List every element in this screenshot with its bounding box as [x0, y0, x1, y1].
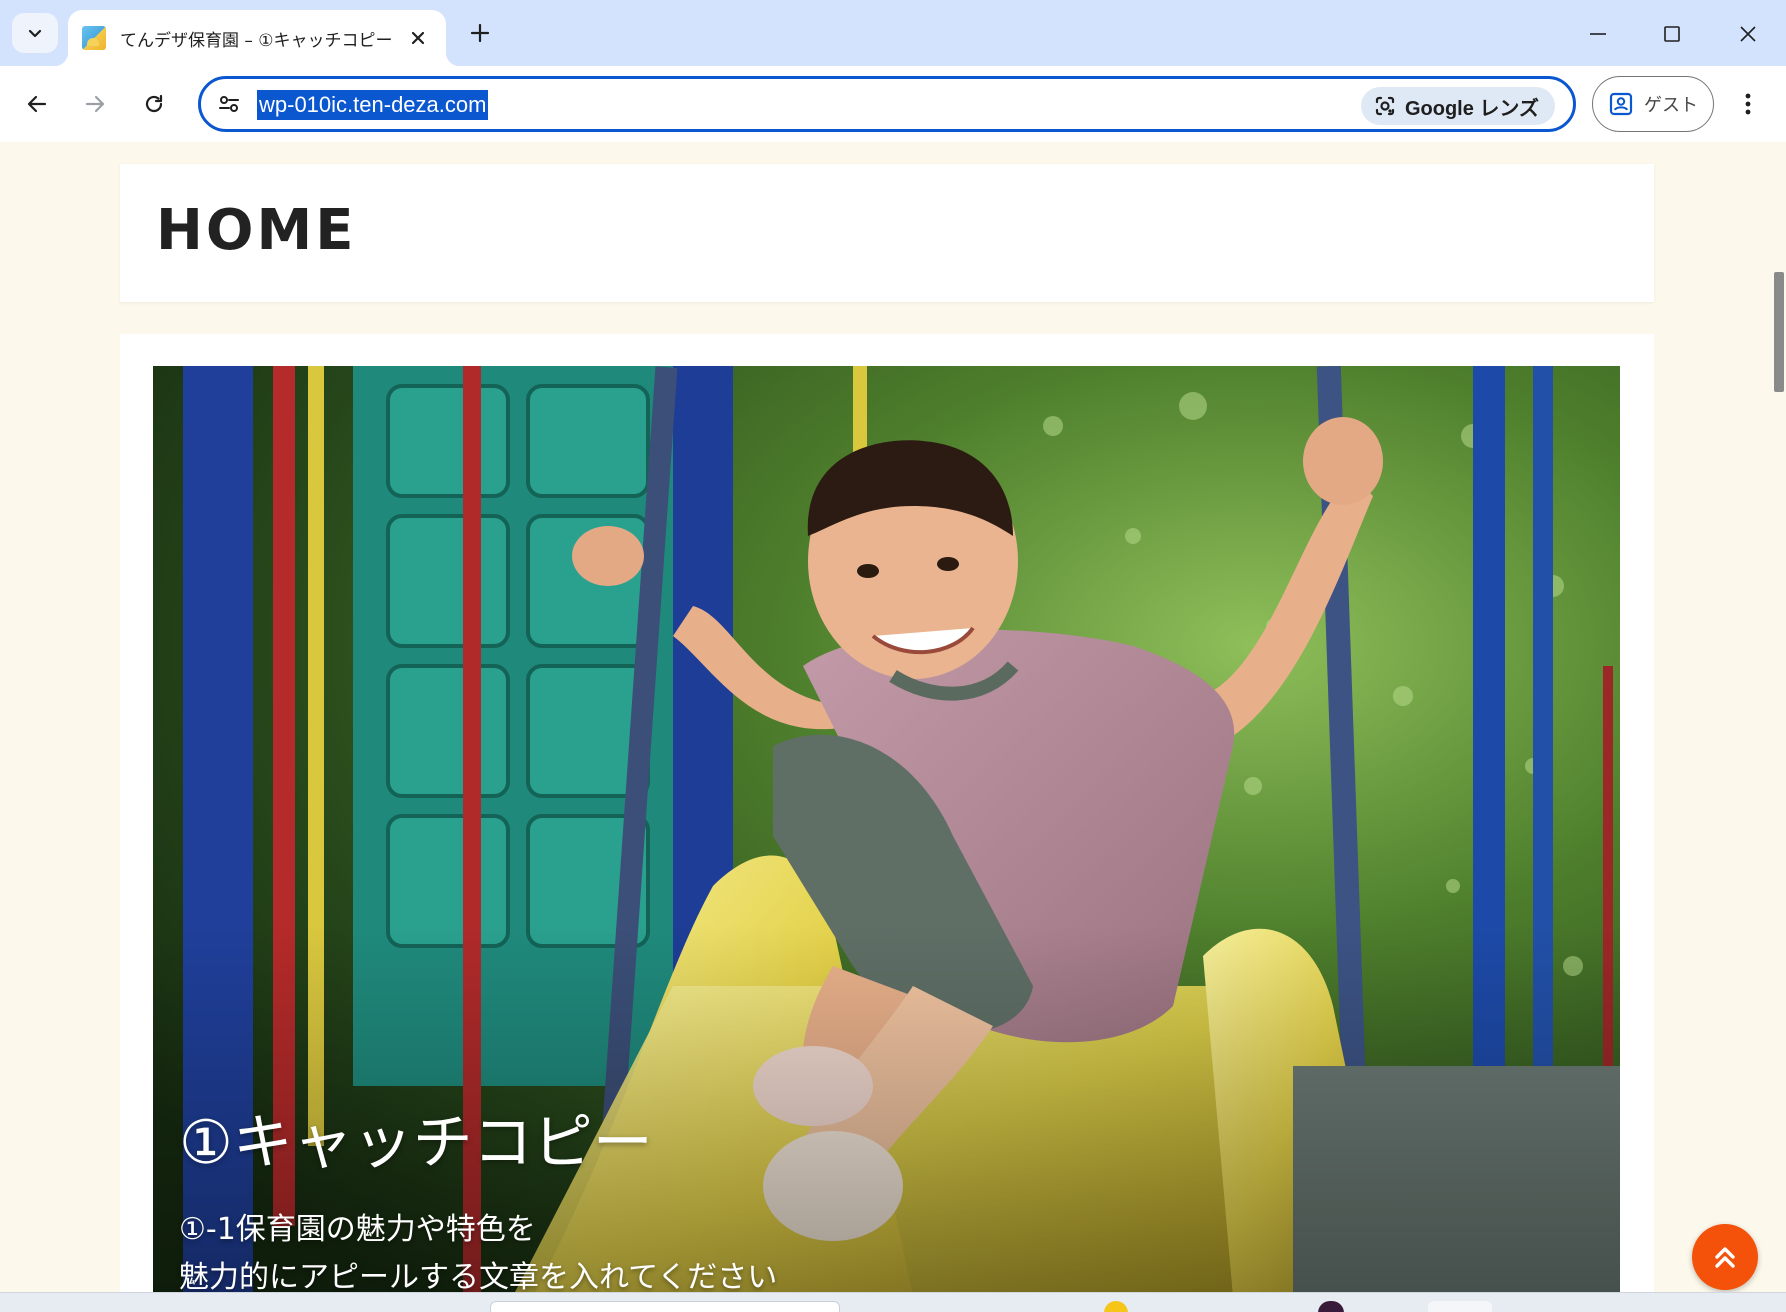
- page-scrollbar[interactable]: [1772, 142, 1786, 1292]
- taskbar-search-box[interactable]: [490, 1301, 840, 1312]
- page-viewport: HOME ①キャッチコピー ①-1保育園の魅力や特色を 魅力的にアピールする文章…: [0, 142, 1786, 1292]
- address-bar[interactable]: wp-010ic.ten-deza.com Google レンズ: [198, 76, 1576, 132]
- taskbar-app-icon[interactable]: [1104, 1301, 1128, 1312]
- url-text[interactable]: wp-010ic.ten-deza.com: [257, 90, 489, 120]
- new-tab-button[interactable]: [462, 15, 498, 51]
- site-favicon-icon: [82, 26, 106, 50]
- tab-title: てんデザ保育園 – ①キャッチコピー: [120, 30, 393, 51]
- os-taskbar: [0, 1292, 1786, 1312]
- window-close-button[interactable]: [1724, 12, 1772, 56]
- double-chevron-up-icon: [1715, 1247, 1735, 1268]
- tune-icon: [219, 96, 239, 112]
- chevron-down-icon: [28, 29, 42, 38]
- browser-toolbar: wp-010ic.ten-deza.com Google レンズ ゲスト: [0, 66, 1786, 142]
- scroll-to-top-button[interactable]: [1692, 1224, 1758, 1290]
- more-vertical-icon: [1745, 93, 1751, 115]
- maximize-icon: [1664, 26, 1680, 42]
- minimize-button[interactable]: [1574, 12, 1622, 56]
- active-tab[interactable]: てんデザ保育園 – ①キャッチコピー: [54, 10, 460, 66]
- page-header-card: HOME: [120, 164, 1654, 302]
- close-icon: [411, 31, 425, 45]
- scrollbar-thumb[interactable]: [1774, 272, 1784, 392]
- close-icon: [1740, 26, 1756, 42]
- hero-image: ①キャッチコピー ①-1保育園の魅力や特色を 魅力的にアピールする文章を入れてく…: [153, 366, 1620, 1292]
- hero-subtext-line2: 魅力的にアピールする文章を入れてください: [179, 1260, 778, 1292]
- arrow-right-icon: [85, 95, 105, 113]
- plus-icon: [470, 23, 490, 43]
- lens-icon: [1375, 96, 1395, 116]
- tab-search-button[interactable]: [12, 13, 58, 53]
- minimize-icon: [1590, 33, 1606, 35]
- back-button[interactable]: [15, 82, 59, 126]
- profile-label: ゲスト: [1644, 95, 1698, 116]
- google-lens-button[interactable]: Google レンズ: [1360, 87, 1555, 125]
- guest-profile-icon: [1609, 92, 1633, 116]
- taskbar-app-icon[interactable]: [1428, 1301, 1492, 1312]
- reload-button[interactable]: [132, 82, 176, 126]
- profile-button[interactable]: ゲスト: [1592, 76, 1714, 132]
- reload-icon: [145, 94, 163, 113]
- maximize-button[interactable]: [1648, 12, 1696, 56]
- browser-menu-button[interactable]: [1728, 84, 1768, 124]
- arrow-left-icon: [27, 95, 47, 113]
- lens-label: Google レンズ: [1404, 97, 1539, 120]
- hero-heading: ①キャッチコピー: [179, 1108, 653, 1178]
- page-title: HOME: [156, 198, 357, 263]
- tab-close-button[interactable]: [404, 24, 432, 52]
- taskbar-app-icon[interactable]: [1318, 1301, 1344, 1312]
- forward-button[interactable]: [73, 82, 117, 126]
- hero-subtext-line1: ①-1保育園の魅力や特色を: [179, 1212, 536, 1247]
- tab-strip: てんデザ保育園 – ①キャッチコピー: [0, 0, 1786, 66]
- site-info-button[interactable]: [213, 88, 245, 120]
- hero-card: ①キャッチコピー ①-1保育園の魅力や特色を 魅力的にアピールする文章を入れてく…: [120, 334, 1654, 1292]
